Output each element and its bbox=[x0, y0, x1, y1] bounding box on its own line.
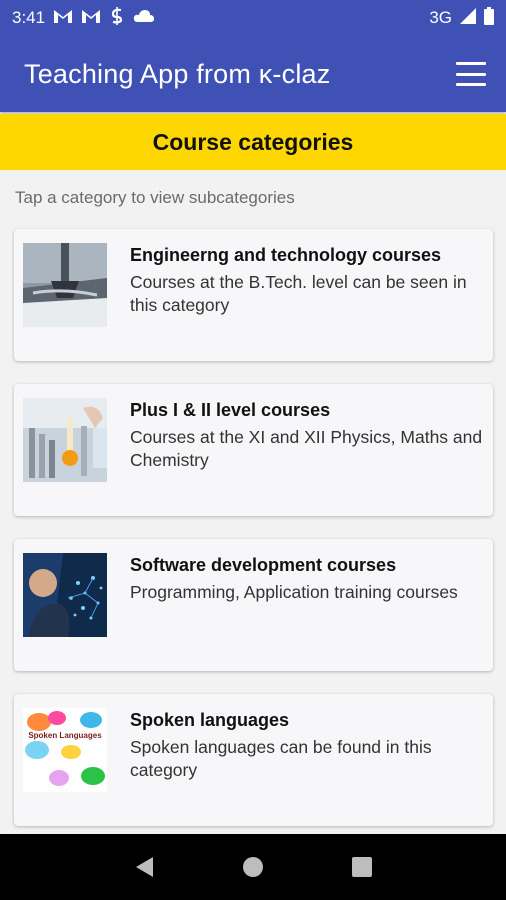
status-bar: 3:41 3G bbox=[0, 0, 506, 36]
hamburger-menu-icon[interactable] bbox=[456, 62, 486, 86]
category-card-plus-level[interactable]: Plus I & II level courses Courses at the… bbox=[14, 384, 493, 516]
category-title: Spoken languages bbox=[130, 710, 290, 730]
app-bar: Teaching App from ĸ-claz bbox=[0, 36, 506, 112]
sync-icon bbox=[109, 6, 125, 30]
category-description: Spoken languages can be found in this ca… bbox=[130, 737, 432, 780]
gmail-icon bbox=[53, 8, 73, 29]
hint-text: Tap a category to view subcategories bbox=[15, 188, 295, 207]
card-text: Software development courses Programming… bbox=[130, 555, 483, 604]
category-title: Plus I & II level courses bbox=[130, 400, 331, 420]
category-card-software[interactable]: Software development courses Programming… bbox=[14, 539, 493, 671]
category-description: Courses at the B.Tech. level can be seen… bbox=[130, 272, 467, 315]
lab-science-image bbox=[23, 398, 107, 482]
category-card-spoken-languages[interactable]: Spoken Languages Spoken languages Spoken… bbox=[14, 694, 493, 826]
svg-text:Spoken Languages: Spoken Languages bbox=[28, 731, 102, 740]
category-description: Courses at the XI and XII Physics, Maths… bbox=[130, 427, 483, 470]
status-time: 3:41 bbox=[12, 8, 46, 27]
software-image bbox=[23, 553, 107, 637]
battery-icon bbox=[484, 6, 494, 30]
spoken-languages-image: Spoken Languages bbox=[23, 708, 107, 792]
status-right: 3G bbox=[429, 6, 494, 30]
category-description: Programming, Application training course… bbox=[130, 582, 458, 602]
back-icon[interactable] bbox=[124, 847, 164, 887]
section-header: Course categories bbox=[0, 114, 506, 170]
home-icon[interactable] bbox=[233, 847, 273, 887]
card-text: Spoken languages Spoken languages can be… bbox=[130, 710, 483, 782]
system-nav-bar bbox=[0, 834, 506, 900]
category-card-engineering[interactable]: Engineerng and technology courses Course… bbox=[14, 229, 493, 361]
card-text: Plus I & II level courses Courses at the… bbox=[130, 400, 483, 472]
status-left: 3:41 bbox=[12, 6, 155, 30]
category-title: Engineerng and technology courses bbox=[130, 245, 442, 265]
card-text: Engineerng and technology courses Course… bbox=[130, 245, 483, 317]
recents-icon[interactable] bbox=[342, 847, 382, 887]
network-type: 3G bbox=[429, 8, 452, 27]
category-title: Software development courses bbox=[130, 555, 397, 575]
signal-icon bbox=[460, 7, 476, 29]
section-title: Course categories bbox=[152, 128, 354, 155]
engineering-image bbox=[23, 243, 107, 327]
gmail-icon bbox=[81, 8, 101, 29]
app-title: Teaching App from ĸ-claz bbox=[24, 58, 331, 89]
cloud-icon bbox=[133, 8, 155, 28]
